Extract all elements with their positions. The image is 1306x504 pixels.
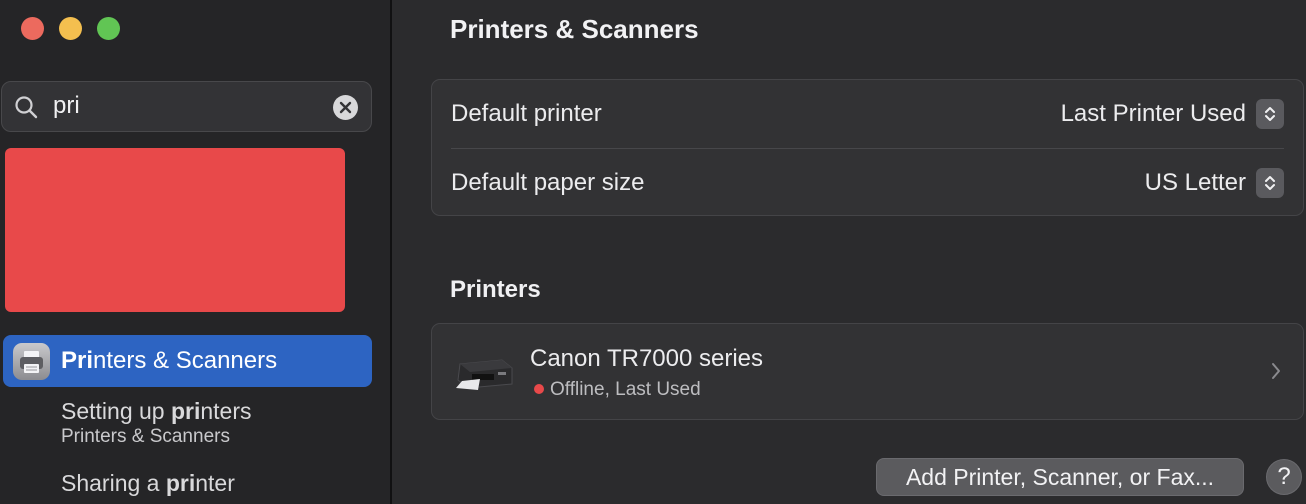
search-result-subtitle: Printers & Scanners: [61, 426, 230, 447]
search-result[interactable]: Setting up printers Printers & Scanners: [61, 398, 252, 448]
printers-section-title: Printers: [450, 276, 541, 303]
title-text: Setting up: [61, 398, 171, 424]
paper-size-select[interactable]: US Letter: [1145, 169, 1246, 197]
printer-icon: [456, 359, 513, 390]
title-text: Sharing a: [61, 470, 166, 496]
search-icon: [15, 96, 38, 119]
add-printer-button[interactable]: Add Printer, Scanner, or Fax...: [876, 458, 1244, 496]
help-button[interactable]: ?: [1266, 459, 1302, 495]
default-paper-size-row: Default paper size US Letter: [451, 149, 1284, 217]
default-printer-row: Default printer Last Printer Used: [451, 80, 1284, 149]
label-rest: nters & Scanners: [93, 347, 278, 374]
close-window-button[interactable]: [21, 17, 44, 40]
settings-card: Default printer Last Printer Used Defaul…: [431, 79, 1304, 216]
up-down-chevron-icon[interactable]: [1256, 168, 1284, 198]
printer-status-text: Offline, Last Used: [550, 379, 701, 400]
up-down-chevron-icon[interactable]: [1256, 99, 1284, 129]
chevron-right-icon: [1272, 363, 1280, 379]
offline-status-icon: [534, 384, 544, 394]
printer-list-item[interactable]: Canon TR7000 series Offline, Last Used: [431, 323, 1304, 420]
search-result-title: Setting up printers: [61, 398, 252, 425]
search-field[interactable]: pri: [1, 81, 372, 132]
printer-name: Canon TR7000 series: [530, 345, 764, 372]
default-printer-select[interactable]: Last Printer Used: [1061, 100, 1246, 128]
printer-app-icon: [13, 343, 50, 380]
search-result[interactable]: Sharing a printer: [61, 470, 235, 497]
zoom-window-button[interactable]: [97, 17, 120, 40]
minimize-window-button[interactable]: [59, 17, 82, 40]
sidebar: pri Printers & Scanners Setting up print…: [0, 0, 392, 504]
search-input[interactable]: pri: [53, 92, 80, 120]
default-printer-label: Default printer: [451, 100, 602, 127]
match-highlight: Pri: [61, 347, 94, 374]
printer-status: Offline, Last Used: [534, 379, 701, 401]
redacted-block: [5, 148, 345, 312]
search-result-title: Sharing a printer: [61, 470, 235, 497]
title-text: nters: [200, 398, 252, 424]
sidebar-item-label: Printers & Scanners: [61, 347, 277, 375]
page-title: Printers & Scanners: [450, 14, 699, 44]
title-text: nter: [195, 470, 235, 496]
main-pane: Printers & Scanners Default printer Last…: [392, 0, 1306, 504]
window-controls: [21, 17, 120, 40]
clear-search-icon[interactable]: [333, 95, 358, 120]
match-highlight: pri: [170, 398, 201, 424]
paper-size-label: Default paper size: [451, 169, 645, 196]
sidebar-item-printers-scanners[interactable]: Printers & Scanners: [3, 335, 372, 387]
match-highlight: pri: [165, 470, 196, 496]
